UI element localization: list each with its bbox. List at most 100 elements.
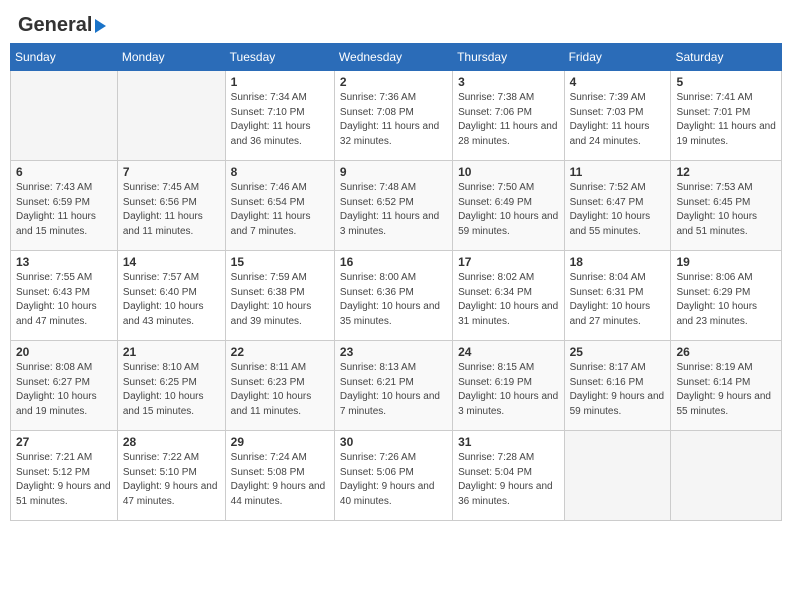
day-number: 10: [458, 165, 559, 179]
page-header: General: [10, 10, 782, 37]
day-number: 17: [458, 255, 559, 269]
calendar-cell: 6Sunrise: 7:43 AM Sunset: 6:59 PM Daylig…: [11, 161, 118, 251]
day-number: 5: [676, 75, 776, 89]
day-info: Sunrise: 7:28 AM Sunset: 5:04 PM Dayligh…: [458, 451, 559, 509]
day-info: Sunrise: 7:53 AM Sunset: 6:45 PM Dayligh…: [676, 181, 776, 239]
calendar-cell: 23 Sunrise: 8:13 AM Sunset: 6:21 PM Dayli…: [334, 341, 452, 431]
header-row: SundayMondayTuesdayWednesdayThursdayFrid…: [11, 44, 782, 71]
calendar-cell: 20 Sunrise: 8:08 AM Sunset: 6:27 PM Dayli…: [11, 341, 118, 431]
calendar-cell: 27 Sunrise: 7:21 AM Sunset: 5:12 PM Dayli…: [11, 431, 118, 521]
day-number: 1: [231, 75, 329, 89]
day-info: Sunrise: 7:41 AM Sunset: 7:01 PM Dayligh…: [676, 91, 776, 149]
calendar-cell: 25 Sunrise: 8:17 AM Sunset: 6:16 PM Dayli…: [564, 341, 671, 431]
calendar-cell: 15 Sunrise: 7:59 AM Sunset: 6:38 PM Dayli…: [225, 251, 334, 341]
day-number: 2: [340, 75, 447, 89]
day-number: 29: [231, 435, 329, 449]
day-info: Sunrise: 7:21 AM Sunset: 5:12 PM Dayligh…: [16, 451, 112, 509]
calendar-cell: [564, 431, 671, 521]
calendar-cell: 11 Sunrise: 7:52 AM Sunset: 6:47 PM Dayli…: [564, 161, 671, 251]
day-info: Sunrise: 8:19 AM Sunset: 6:14 PM Dayligh…: [676, 361, 776, 419]
day-number: 11: [570, 165, 666, 179]
day-info: Sunrise: 7:24 AM Sunset: 5:08 PM Dayligh…: [231, 451, 329, 509]
col-header-sunday: Sunday: [11, 44, 118, 71]
col-header-monday: Monday: [117, 44, 225, 71]
day-number: 18: [570, 255, 666, 269]
day-info: Sunrise: 8:06 AM Sunset: 6:29 PM Dayligh…: [676, 271, 776, 329]
calendar-cell: 3 Sunrise: 7:38 AM Sunset: 7:06 PM Daylig…: [453, 71, 565, 161]
day-number: 25: [570, 345, 666, 359]
logo-general: General: [18, 14, 92, 37]
calendar-cell: 5 Sunrise: 7:41 AM Sunset: 7:01 PM Daylig…: [671, 71, 782, 161]
calendar-cell: 22 Sunrise: 8:11 AM Sunset: 6:23 PM Dayli…: [225, 341, 334, 431]
day-number: 27: [16, 435, 112, 449]
day-number: 12: [676, 165, 776, 179]
week-row-5: 27 Sunrise: 7:21 AM Sunset: 5:12 PM Dayli…: [11, 431, 782, 521]
calendar-cell: [117, 71, 225, 161]
day-info: Sunrise: 7:46 AM Sunset: 6:54 PM Dayligh…: [231, 181, 329, 239]
day-info: Sunrise: 7:22 AM Sunset: 5:10 PM Dayligh…: [123, 451, 220, 509]
day-number: 28: [123, 435, 220, 449]
day-number: 31: [458, 435, 559, 449]
day-info: Sunrise: 7:34 AM Sunset: 7:10 PM Dayligh…: [231, 91, 329, 149]
day-info: Sunrise: 7:38 AM Sunset: 7:06 PM Dayligh…: [458, 91, 559, 149]
day-number: 13: [16, 255, 112, 269]
day-number: 19: [676, 255, 776, 269]
week-row-2: 6Sunrise: 7:43 AM Sunset: 6:59 PM Daylig…: [11, 161, 782, 251]
logo: General: [18, 14, 106, 33]
calendar-cell: 17 Sunrise: 8:02 AM Sunset: 6:34 PM Dayli…: [453, 251, 565, 341]
day-info: Sunrise: 8:17 AM Sunset: 6:16 PM Dayligh…: [570, 361, 666, 419]
week-row-4: 20 Sunrise: 8:08 AM Sunset: 6:27 PM Dayli…: [11, 341, 782, 431]
day-number: 4: [570, 75, 666, 89]
calendar-cell: 1 Sunrise: 7:34 AM Sunset: 7:10 PM Daylig…: [225, 71, 334, 161]
calendar-cell: 2 Sunrise: 7:36 AM Sunset: 7:08 PM Daylig…: [334, 71, 452, 161]
day-number: 21: [123, 345, 220, 359]
day-info: Sunrise: 7:55 AM Sunset: 6:43 PM Dayligh…: [16, 271, 112, 329]
day-info: Sunrise: 7:59 AM Sunset: 6:38 PM Dayligh…: [231, 271, 329, 329]
day-info: Sunrise: 7:52 AM Sunset: 6:47 PM Dayligh…: [570, 181, 666, 239]
col-header-thursday: Thursday: [453, 44, 565, 71]
logo-arrow-icon: [95, 19, 106, 33]
col-header-tuesday: Tuesday: [225, 44, 334, 71]
calendar-cell: 16 Sunrise: 8:00 AM Sunset: 6:36 PM Dayli…: [334, 251, 452, 341]
calendar-cell: 9 Sunrise: 7:48 AM Sunset: 6:52 PM Daylig…: [334, 161, 452, 251]
day-number: 26: [676, 345, 776, 359]
day-info: Sunrise: 7:50 AM Sunset: 6:49 PM Dayligh…: [458, 181, 559, 239]
calendar-cell: 13 Sunrise: 7:55 AM Sunset: 6:43 PM Dayli…: [11, 251, 118, 341]
day-info: Sunrise: 7:26 AM Sunset: 5:06 PM Dayligh…: [340, 451, 447, 509]
day-number: 23: [340, 345, 447, 359]
week-row-3: 13 Sunrise: 7:55 AM Sunset: 6:43 PM Dayli…: [11, 251, 782, 341]
day-info: Sunrise: 7:36 AM Sunset: 7:08 PM Dayligh…: [340, 91, 447, 149]
calendar-cell: 10 Sunrise: 7:50 AM Sunset: 6:49 PM Dayli…: [453, 161, 565, 251]
calendar-cell: 4Sunrise: 7:39 AM Sunset: 7:03 PM Daylig…: [564, 71, 671, 161]
day-number: 3: [458, 75, 559, 89]
day-number: 30: [340, 435, 447, 449]
day-info: Sunrise: 8:13 AM Sunset: 6:21 PM Dayligh…: [340, 361, 447, 419]
day-number: 8: [231, 165, 329, 179]
calendar-cell: 24Sunrise: 8:15 AM Sunset: 6:19 PM Dayli…: [453, 341, 565, 431]
day-number: 24: [458, 345, 559, 359]
week-row-1: 1 Sunrise: 7:34 AM Sunset: 7:10 PM Daylig…: [11, 71, 782, 161]
col-header-wednesday: Wednesday: [334, 44, 452, 71]
calendar-cell: [11, 71, 118, 161]
calendar-cell: 19 Sunrise: 8:06 AM Sunset: 6:29 PM Dayli…: [671, 251, 782, 341]
calendar-cell: 28 Sunrise: 7:22 AM Sunset: 5:10 PM Dayli…: [117, 431, 225, 521]
day-info: Sunrise: 8:11 AM Sunset: 6:23 PM Dayligh…: [231, 361, 329, 419]
day-number: 9: [340, 165, 447, 179]
calendar-cell: [671, 431, 782, 521]
day-number: 20: [16, 345, 112, 359]
day-number: 6: [16, 165, 112, 179]
day-info: Sunrise: 8:08 AM Sunset: 6:27 PM Dayligh…: [16, 361, 112, 419]
calendar-cell: 29 Sunrise: 7:24 AM Sunset: 5:08 PM Dayli…: [225, 431, 334, 521]
calendar-cell: 31 Sunrise: 7:28 AM Sunset: 5:04 PM Dayli…: [453, 431, 565, 521]
day-info: Sunrise: 7:48 AM Sunset: 6:52 PM Dayligh…: [340, 181, 447, 239]
day-number: 22: [231, 345, 329, 359]
day-info: Sunrise: 8:00 AM Sunset: 6:36 PM Dayligh…: [340, 271, 447, 329]
day-info: Sunrise: 7:45 AM Sunset: 6:56 PM Dayligh…: [123, 181, 220, 239]
day-info: Sunrise: 7:57 AM Sunset: 6:40 PM Dayligh…: [123, 271, 220, 329]
calendar-table: SundayMondayTuesdayWednesdayThursdayFrid…: [10, 43, 782, 521]
day-number: 15: [231, 255, 329, 269]
col-header-saturday: Saturday: [671, 44, 782, 71]
day-number: 16: [340, 255, 447, 269]
calendar-cell: 14Sunrise: 7:57 AM Sunset: 6:40 PM Dayli…: [117, 251, 225, 341]
day-info: Sunrise: 8:02 AM Sunset: 6:34 PM Dayligh…: [458, 271, 559, 329]
